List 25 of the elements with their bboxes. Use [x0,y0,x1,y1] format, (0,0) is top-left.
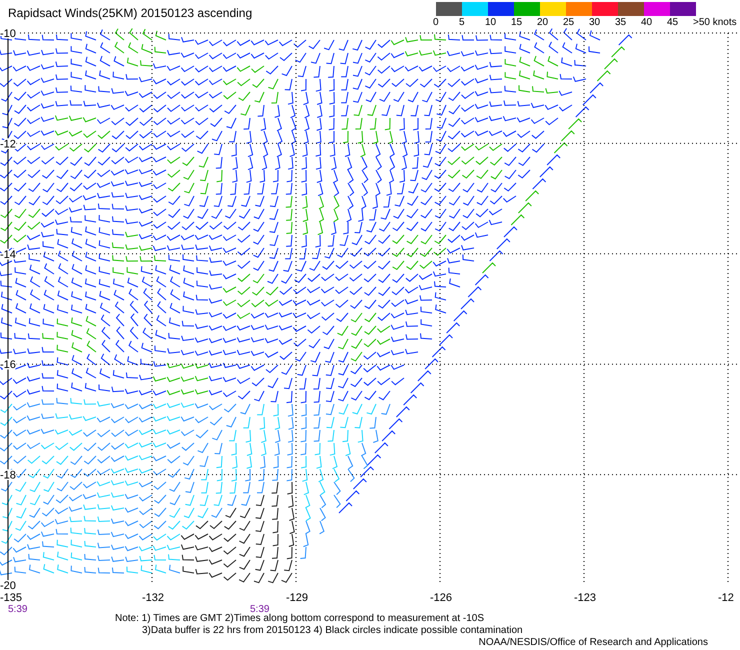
legend-label: 5 [459,17,465,28]
legend-label: 30 [589,17,600,28]
longitude-label: -126 [430,592,452,604]
longitude-label: -123 [574,592,596,604]
note-text: 3)Data buffer is 22 hrs from 20150123 4) Black circles indicate possible contamination [142,625,524,637]
longitude-label: -12 [718,592,734,604]
legend-label: >50 knots [693,17,737,28]
longitude-label: -129 [286,592,308,604]
longitude-label: -135 [0,592,22,604]
latitude-label: -10 [0,28,16,40]
legend-label: 20 [537,17,548,28]
legend-label: 35 [615,17,626,28]
legend-label: 15 [511,17,522,28]
time-label: 5:39 [8,604,28,615]
legend-label: 45 [667,17,678,28]
legend-label: 10 [485,17,496,28]
longitude-label: -132 [142,592,164,604]
note-text: Note: 1) Times are GMT 2)Times along bottom correspond to measurement at -10S [115,613,486,625]
legend-label: 25 [563,17,574,28]
latitude-label: -20 [0,580,16,592]
legend-label: 0 [433,17,439,28]
credit-text: NOAA/NESDIS/Office of Research and Applications [478,637,708,649]
time-label: 5:39 [250,604,270,615]
legend-label: 40 [641,17,652,28]
plot-title: Rapidsact Winds(25KM) 20150123 ascending [8,6,252,22]
